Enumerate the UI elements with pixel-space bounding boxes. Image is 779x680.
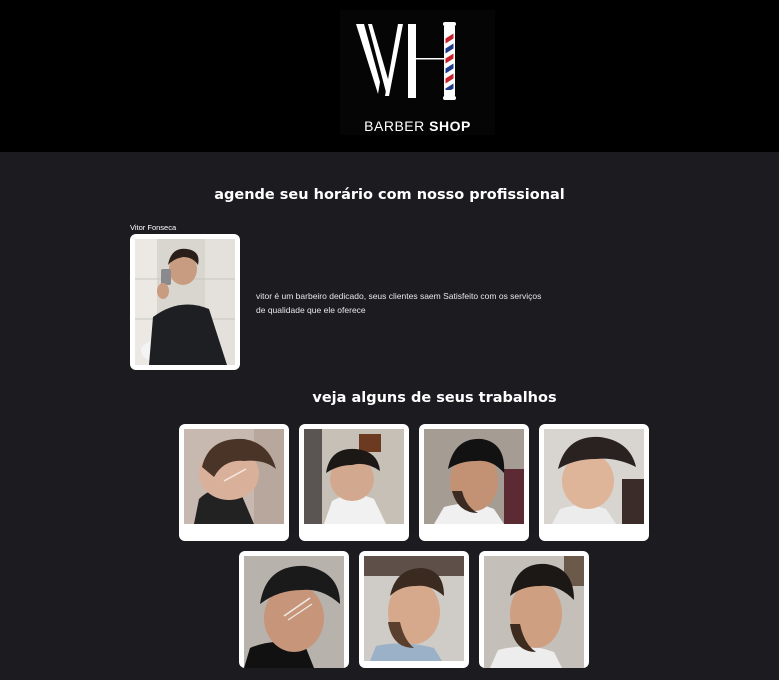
work-card[interactable] bbox=[419, 424, 529, 541]
professional-portrait-image bbox=[135, 239, 235, 365]
works-title: veja alguns de seus trabalhos bbox=[312, 390, 557, 406]
haircut-photo-icon bbox=[544, 429, 644, 524]
work-card[interactable] bbox=[479, 551, 589, 668]
haircut-photo-icon bbox=[484, 556, 584, 668]
barbershop-logo[interactable]: BARBER SHOP bbox=[340, 10, 495, 135]
vh-barber-pole-logo-icon bbox=[356, 22, 456, 100]
work-card[interactable] bbox=[239, 551, 349, 668]
work-card[interactable] bbox=[359, 551, 469, 668]
booking-title: agende seu horário com nosso profissiona… bbox=[214, 187, 565, 203]
professional-name: Vitor Fonseca bbox=[130, 223, 177, 232]
professional-description: vitor é um barbeiro dedicado, seus clien… bbox=[256, 291, 542, 315]
haircut-photo-icon bbox=[304, 429, 404, 524]
brand-name-light: BARBER bbox=[364, 118, 425, 134]
haircut-photo-icon bbox=[184, 429, 284, 524]
brand-name: BARBER SHOP bbox=[340, 118, 495, 134]
site-header: BARBER SHOP bbox=[0, 0, 779, 152]
work-card[interactable] bbox=[539, 424, 649, 541]
haircut-photo-icon bbox=[244, 556, 344, 668]
haircut-photo-icon bbox=[424, 429, 524, 524]
work-card[interactable] bbox=[179, 424, 289, 541]
brand-name-bold: SHOP bbox=[429, 118, 471, 134]
work-card[interactable] bbox=[299, 424, 409, 541]
haircut-photo-icon bbox=[364, 556, 464, 661]
professional-photo[interactable] bbox=[130, 234, 240, 370]
